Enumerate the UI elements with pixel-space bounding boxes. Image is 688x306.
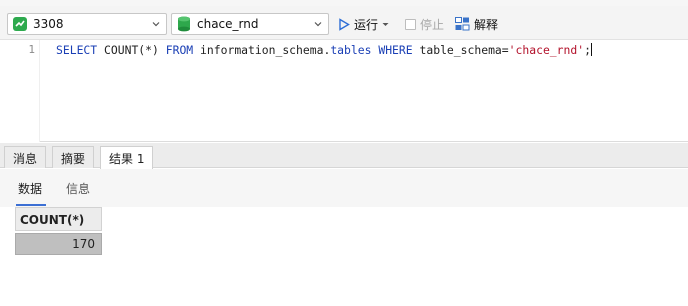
connection-icon	[13, 17, 27, 31]
sql-string: 'chace_rnd'	[508, 43, 585, 57]
sql-keyword: FROM	[165, 43, 194, 57]
query-toolbar: 3308 chace_rnd 运行 停止 解释	[0, 6, 688, 40]
column-header-count[interactable]: COUNT(*)	[15, 207, 102, 231]
chevron-down-icon	[314, 22, 322, 27]
active-subtab-indicator	[16, 204, 46, 206]
tab-result-1[interactable]: 结果 1	[100, 146, 154, 169]
stop-button[interactable]: 停止	[405, 15, 444, 33]
tab-summary[interactable]: 摘要	[52, 146, 95, 168]
sql-keyword: WHERE	[378, 43, 413, 57]
result-tab-bar: 消息 摘要 结果 1	[0, 143, 688, 169]
subtab-data[interactable]: 数据	[18, 180, 42, 197]
database-select[interactable]: chace_rnd	[171, 13, 329, 35]
sql-text: table_schema=	[412, 43, 509, 57]
run-label: 运行	[354, 17, 379, 32]
explain-icon	[455, 17, 470, 31]
connection-select[interactable]: 3308	[7, 13, 167, 35]
database-icon	[178, 16, 190, 32]
play-icon	[339, 17, 350, 31]
sql-text: information_schema.	[193, 43, 331, 57]
sql-keyword: SELECT	[56, 43, 98, 57]
line-gutter: 1	[0, 40, 40, 142]
line-number: 1	[28, 43, 35, 56]
result-grid[interactable]: COUNT(*) 170	[0, 207, 688, 306]
run-button[interactable]: 运行	[338, 15, 389, 33]
explain-label: 解释	[474, 17, 499, 32]
result-subtab-bar: 数据 信息	[0, 169, 688, 207]
chevron-down-icon	[152, 22, 160, 27]
sql-text: ;	[584, 43, 591, 57]
text-caret	[590, 43, 592, 56]
result-cell[interactable]: 170	[15, 233, 102, 255]
stop-icon	[405, 18, 416, 30]
sql-editor[interactable]: 1 SELECT COUNT(*) FROM information_schem…	[0, 40, 688, 142]
sql-text: COUNT(*)	[97, 43, 166, 57]
tab-messages[interactable]: 消息	[4, 146, 47, 168]
explain-button[interactable]: 解释	[455, 15, 498, 33]
sql-keyword: tables	[330, 43, 372, 57]
connection-name: 3308	[33, 17, 64, 31]
subtab-info[interactable]: 信息	[66, 180, 90, 197]
run-dropdown-icon[interactable]	[382, 21, 389, 28]
sql-code-line[interactable]: SELECT COUNT(*) FROM information_schema.…	[56, 43, 592, 57]
database-name: chace_rnd	[197, 17, 259, 31]
stop-label: 停止	[420, 17, 445, 32]
